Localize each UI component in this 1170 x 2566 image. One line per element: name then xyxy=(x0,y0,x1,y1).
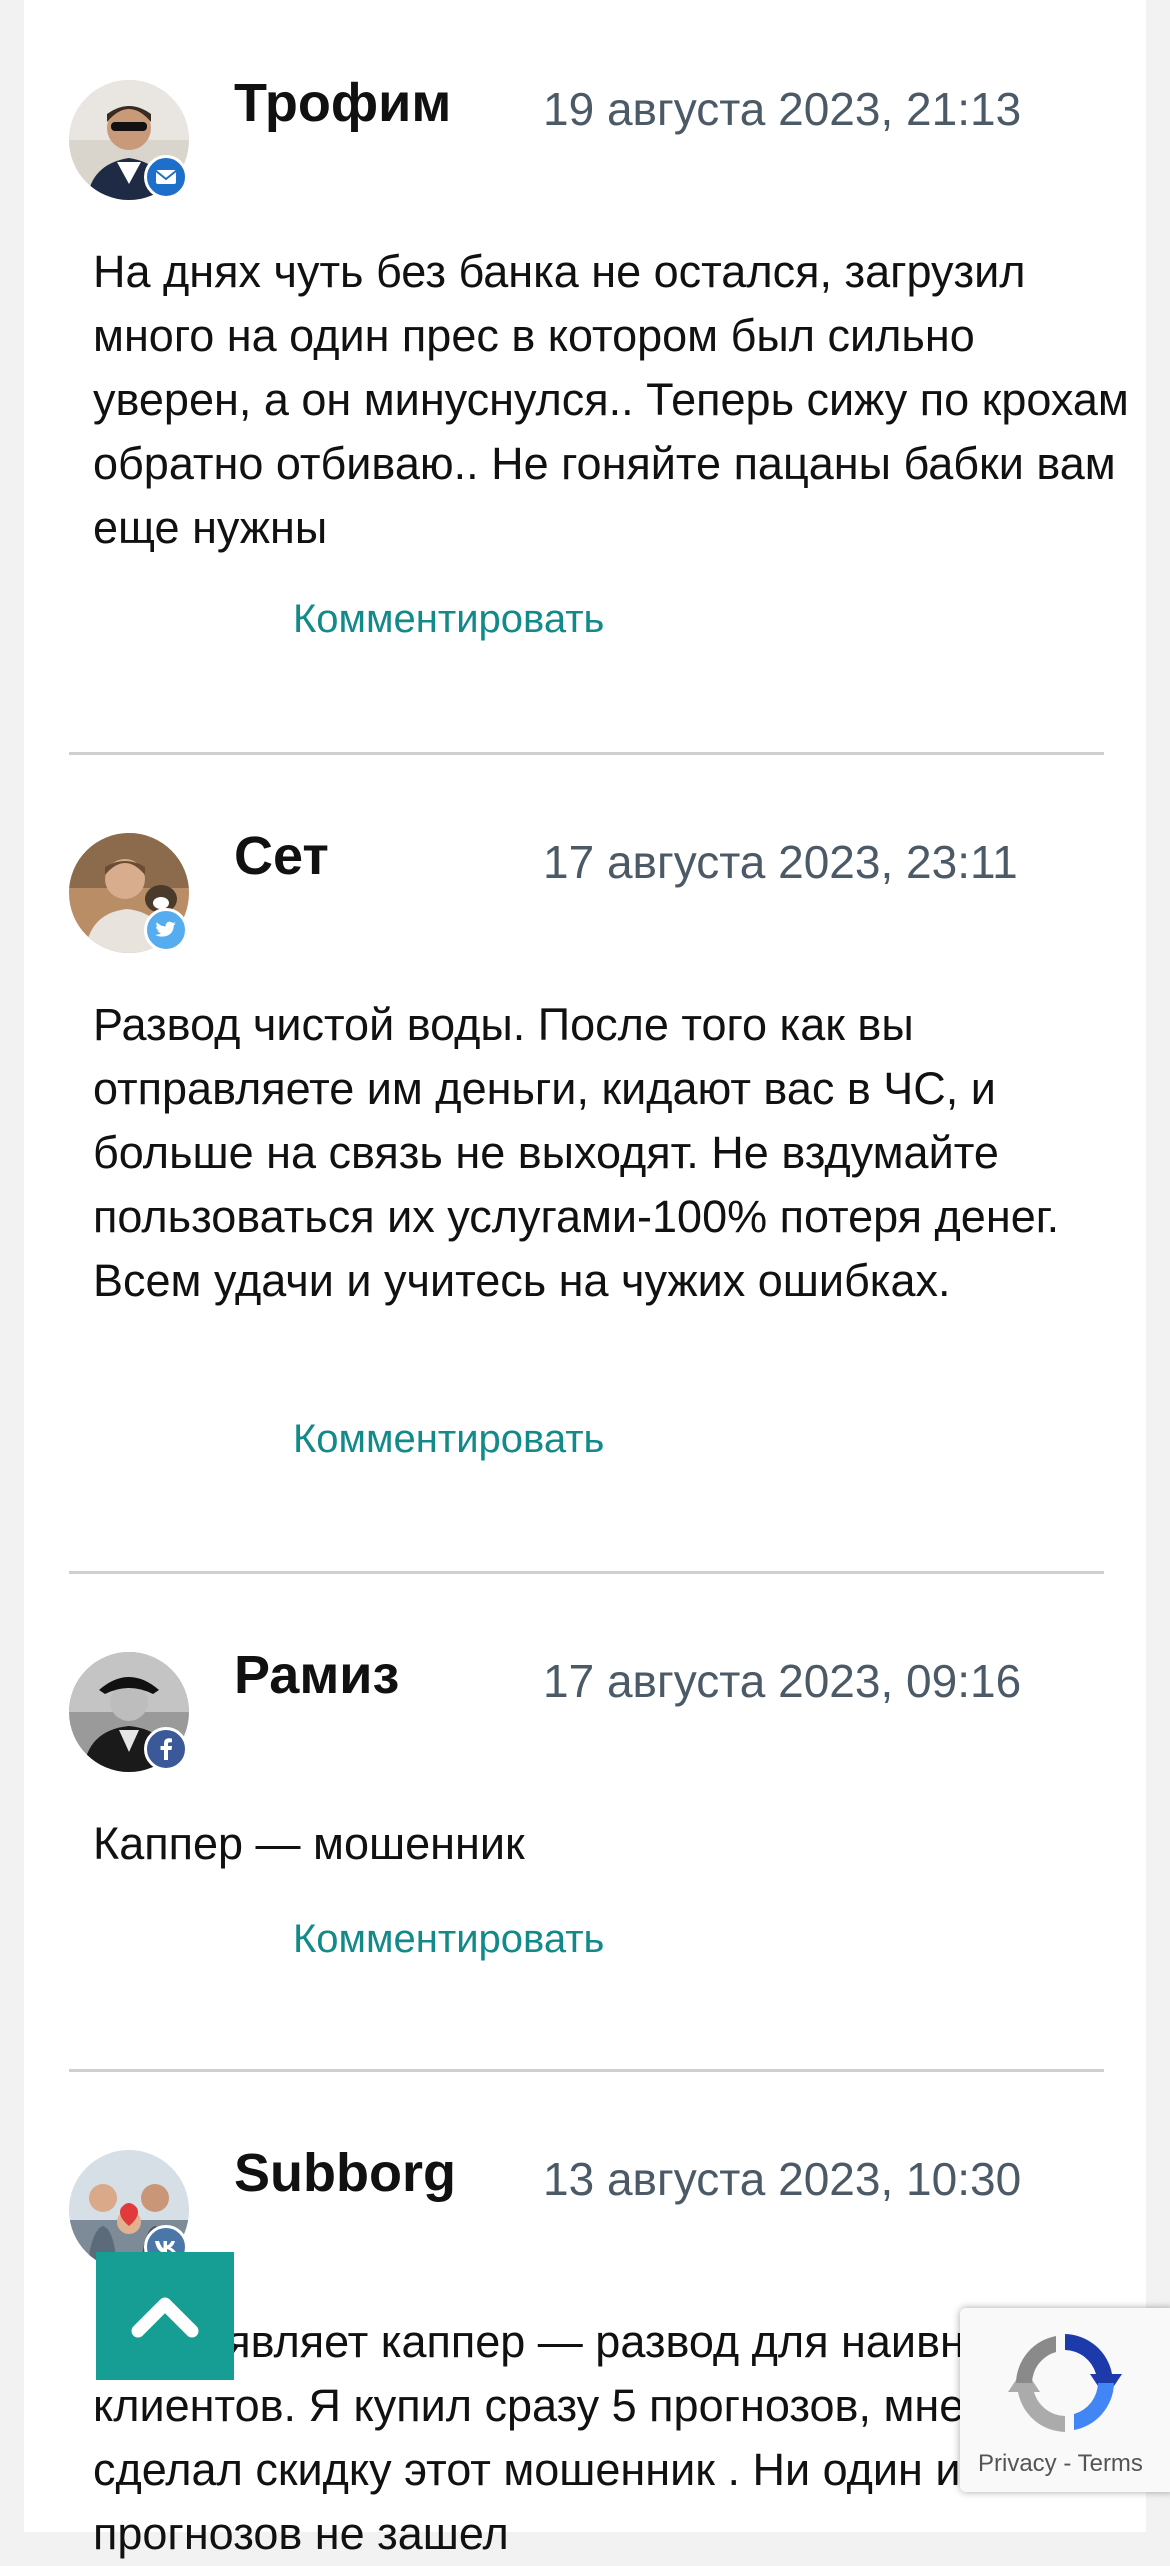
comment-author: Рамиз xyxy=(234,1645,400,1705)
recaptcha-links: Privacy - Terms xyxy=(978,2450,1143,2478)
comment-text: Развод чистой воды. После того как вы от… xyxy=(93,999,1060,1306)
divider xyxy=(69,752,1104,755)
comment-date: 17 августа 2023, 23:11 xyxy=(543,836,1018,888)
chevron-up-icon xyxy=(131,2297,199,2338)
privacy-link[interactable]: Privacy xyxy=(978,2450,1057,2477)
comment-author: Трофим xyxy=(234,73,452,133)
mail-icon xyxy=(144,155,188,199)
links-separator: - xyxy=(1063,2450,1072,2477)
comments-page: Трофим 19 августа 2023, 21:13 На днях чу… xyxy=(24,0,1146,2559)
divider xyxy=(69,1571,1104,1574)
reply-link[interactable]: Комментировать xyxy=(293,597,604,642)
comment-text: Каппер — мошенник xyxy=(93,1818,525,1869)
facebook-icon xyxy=(144,1727,188,1771)
scroll-to-top-button[interactable] xyxy=(96,2252,234,2380)
recaptcha-badge[interactable]: Privacy - Terms xyxy=(960,2308,1170,2492)
reply-link[interactable]: Комментировать xyxy=(293,1917,604,1962)
comment-item: Сет 17 августа 2023, 23:11 Развод чистой… xyxy=(69,826,1104,1473)
comment-date: 13 августа 2023, 10:30 xyxy=(543,2153,1022,2205)
comment-author: Subborg xyxy=(234,2143,456,2203)
comment-date: 19 августа 2023, 21:13 xyxy=(543,83,1022,135)
comment-item: Рамиз 17 августа 2023, 09:16 Каппер — мо… xyxy=(69,1645,1104,1992)
comment-date: 17 августа 2023, 09:16 xyxy=(543,1655,1022,1707)
comment-text: На днях чуть без банка не остался, загру… xyxy=(93,246,1129,553)
reply-link[interactable]: Комментировать xyxy=(293,1417,604,1462)
divider xyxy=(69,2069,1104,2072)
twitter-icon xyxy=(144,908,188,952)
recaptcha-icon xyxy=(1008,2326,1122,2445)
terms-link[interactable]: Terms xyxy=(1078,2450,1143,2477)
comment-item: Трофим 19 августа 2023, 21:13 На днях чу… xyxy=(69,73,1129,680)
comment-author: Сет xyxy=(234,826,329,886)
